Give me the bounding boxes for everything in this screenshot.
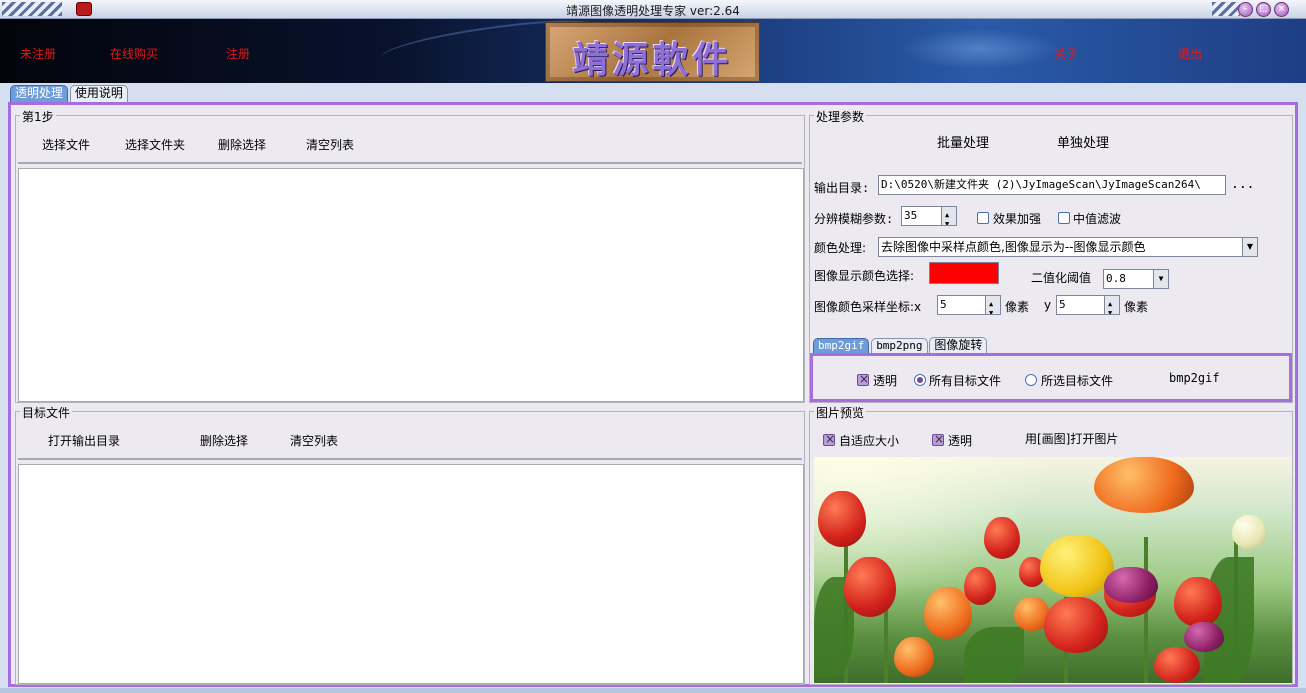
preview-transparent-label: 透明: [948, 434, 973, 448]
output-dir-label: 输出目录:: [814, 181, 870, 195]
threshold-label: 二值化阈值: [1031, 271, 1092, 285]
minimize-icon[interactable]: –: [1238, 2, 1253, 17]
x-spin-icon[interactable]: [985, 296, 1000, 314]
gif-transparent-checkbox[interactable]: [857, 372, 869, 386]
step1-title: 第1步: [20, 108, 56, 125]
step1-group: 第1步 选择文件 选择文件夹 删除选择 清空列表: [15, 108, 805, 403]
register-link[interactable]: 注册: [226, 45, 250, 62]
delete-target-selection-button[interactable]: 删除选择: [200, 432, 248, 449]
blur-spin-icon[interactable]: [941, 207, 956, 225]
selected-targets-radio[interactable]: [1025, 374, 1037, 386]
output-dir-field[interactable]: D:\0520\新建文件夹 (2)\JyImageScan\JyImageSca…: [878, 175, 1226, 195]
display-color-swatch[interactable]: [929, 262, 999, 284]
pixel-label-x: 像素: [1005, 300, 1030, 314]
tab-bmp2png[interactable]: bmp2png: [871, 338, 928, 354]
enhance-label: 效果加强: [993, 212, 1042, 226]
open-in-paint-button[interactable]: 用[画图]打开图片: [1025, 430, 1118, 447]
threshold-select[interactable]: 0.8 ▼: [1103, 269, 1169, 289]
display-color-label: 图像显示颜色选择:: [814, 269, 915, 283]
color-process-value: 去除图像中采样点颜色,图像显示为--图像显示颜色: [881, 240, 1146, 254]
all-targets-label: 所有目标文件: [929, 374, 1002, 388]
preview-transparent-checkbox[interactable]: [932, 432, 944, 446]
x-coord-stepper[interactable]: 5: [937, 295, 1001, 315]
buy-online-link[interactable]: 在线购买: [110, 45, 158, 62]
status-strip: [0, 688, 1306, 693]
bmp2gif-panel: 透明 所有目标文件 所选目标文件 bmp2gif: [810, 353, 1292, 402]
color-process-label: 颜色处理:: [814, 241, 867, 255]
median-filter-label: 中值滤波: [1073, 212, 1122, 226]
target-files-group: 目标文件 打开输出目录 删除选择 清空列表: [15, 404, 805, 685]
fit-size-checkbox[interactable]: [823, 432, 835, 446]
exit-link[interactable]: 退出: [1178, 45, 1202, 62]
brand-logo-text: 靖源軟件: [572, 39, 733, 81]
main-tabs: 透明处理 使用说明: [10, 85, 128, 102]
tab-instructions[interactable]: 使用说明: [69, 85, 128, 102]
select-file-button[interactable]: 选择文件: [42, 136, 90, 153]
color-process-select[interactable]: 去除图像中采样点颜色,图像显示为--图像显示颜色 ▼: [878, 237, 1258, 257]
median-filter-checkbox[interactable]: [1058, 212, 1070, 224]
y-coord-value: 5: [1059, 298, 1066, 311]
title-bar: 靖源图像透明处理专家 ver:2.64 – □ ×: [0, 0, 1306, 19]
open-output-dir-button[interactable]: 打开输出目录: [48, 432, 120, 449]
blur-param-value: 35: [904, 209, 918, 222]
y-spin-icon[interactable]: [1104, 296, 1119, 314]
preview-image: [814, 457, 1292, 683]
preview-title: 图片预览: [814, 404, 867, 421]
target-files-title: 目标文件: [20, 404, 73, 421]
unregistered-link[interactable]: 未注册: [20, 45, 56, 62]
step1-toolbar: 选择文件 选择文件夹 删除选择 清空列表: [18, 124, 802, 164]
tab-transparent-process[interactable]: 透明处理: [10, 85, 69, 102]
brand-logo: 靖源軟件: [545, 22, 760, 82]
maximize-icon[interactable]: □: [1256, 2, 1271, 17]
y-label: y: [1044, 298, 1052, 312]
threshold-value: 0.8: [1106, 272, 1126, 285]
fit-size-label: 自适应大小: [839, 434, 900, 448]
enhance-checkbox[interactable]: [977, 212, 989, 224]
tab-bmp2gif[interactable]: bmp2gif: [813, 338, 870, 354]
window-title: 靖源图像透明处理专家 ver:2.64: [566, 4, 740, 18]
work-area: 第1步 选择文件 选择文件夹 删除选择 清空列表 目标文件 打开输出目录 删除选…: [8, 102, 1298, 687]
params-title: 处理参数: [814, 108, 867, 125]
target-toolbar: 打开输出目录 删除选择 清空列表: [18, 420, 802, 460]
y-coord-stepper[interactable]: 5: [1056, 295, 1120, 315]
about-link[interactable]: 关于: [1054, 45, 1078, 62]
title-bar-grip-right: [1212, 2, 1240, 16]
close-icon[interactable]: ×: [1274, 2, 1289, 17]
chevron-down-icon[interactable]: ▼: [1242, 238, 1257, 256]
x-coord-value: 5: [940, 298, 947, 311]
pixel-label-y: 像素: [1124, 300, 1149, 314]
blur-param-label: 分辨模糊参数:: [814, 212, 894, 226]
clear-list-button[interactable]: 清空列表: [306, 136, 354, 153]
select-folder-button[interactable]: 选择文件夹: [125, 136, 185, 153]
conversion-tabs: bmp2gif bmp2png 图像旋转: [813, 337, 988, 354]
blur-param-stepper[interactable]: 35: [901, 206, 957, 226]
delete-selection-button[interactable]: 删除选择: [218, 136, 266, 153]
threshold-chevron-icon[interactable]: ▼: [1153, 270, 1168, 288]
bmp2gif-button[interactable]: bmp2gif: [1169, 371, 1220, 385]
sample-coord-label: 图像颜色采样坐标:x: [814, 300, 922, 314]
single-process-button[interactable]: 单独处理: [1057, 132, 1109, 151]
tab-image-rotate[interactable]: 图像旋转: [929, 337, 988, 353]
banner-glow: [900, 29, 1060, 69]
clear-target-list-button[interactable]: 清空列表: [290, 432, 338, 449]
browse-button[interactable]: ...: [1231, 177, 1254, 192]
source-file-list[interactable]: [18, 168, 804, 402]
gif-transparent-label: 透明: [873, 374, 898, 388]
target-file-list[interactable]: [18, 464, 804, 684]
batch-process-button[interactable]: 批量处理: [937, 132, 989, 151]
all-targets-radio[interactable]: [914, 374, 926, 386]
selected-targets-label: 所选目标文件: [1041, 374, 1114, 388]
